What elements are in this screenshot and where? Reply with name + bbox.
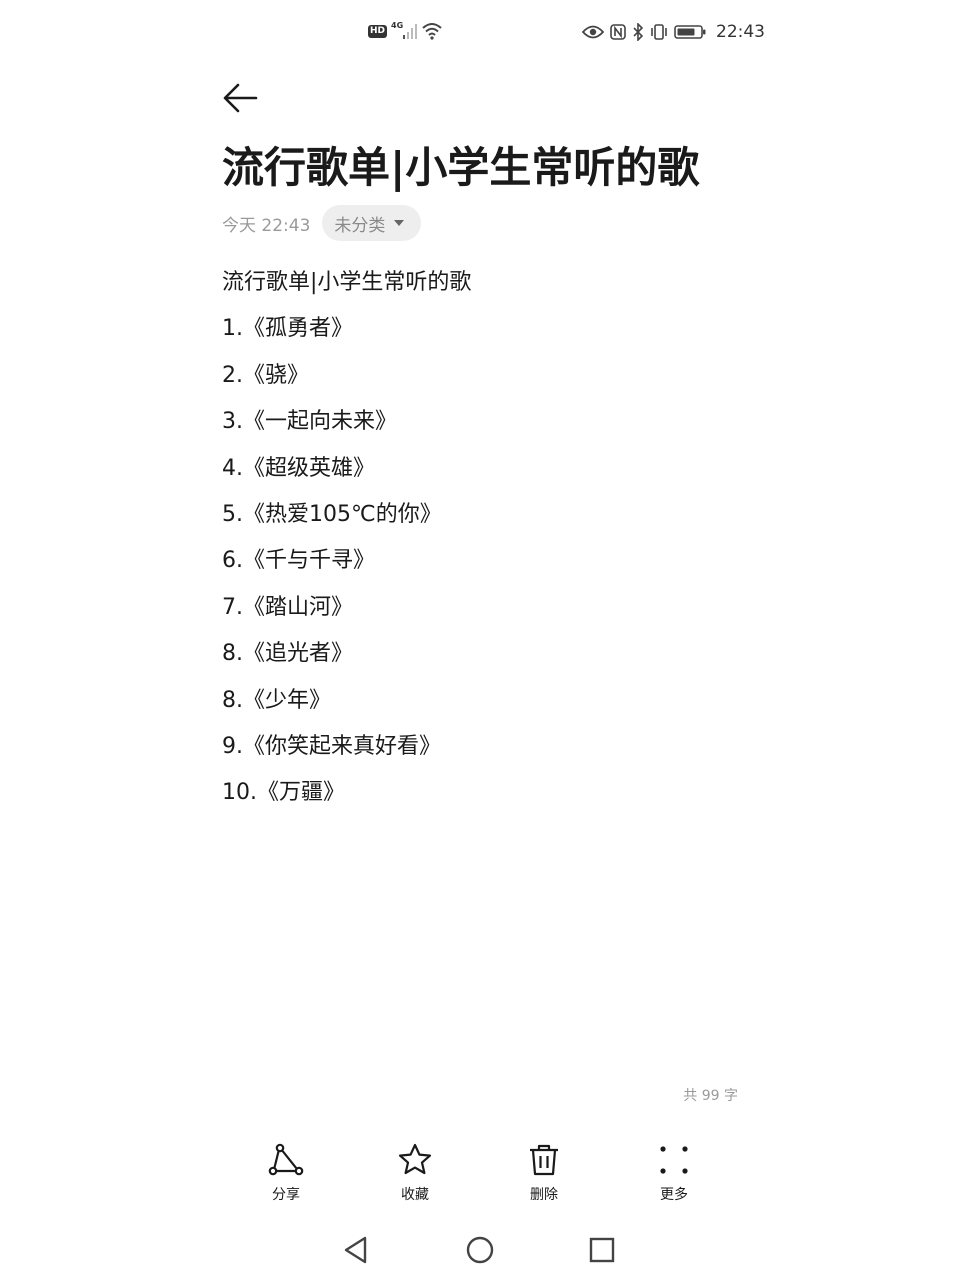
battery-icon (674, 24, 706, 40)
wifi-icon (421, 22, 443, 40)
status-bar: HD 4G 22:43 (0, 20, 960, 48)
share-label: 分享 (272, 1187, 300, 1203)
note-line: 6.《千与千寻》 (222, 548, 375, 574)
status-right-icons: 22:43 (582, 22, 765, 42)
nav-recents-button[interactable] (580, 1228, 624, 1272)
eye-icon (582, 25, 604, 39)
status-time: 22:43 (716, 22, 765, 42)
note-timestamp: 今天 22:43 (222, 215, 311, 236)
note-line: 4.《超级英雄》 (222, 455, 375, 481)
network-type-label: 4G (391, 20, 404, 30)
star-icon (397, 1140, 433, 1180)
note-line: 7.《踏山河》 (222, 594, 353, 620)
note-line: 2.《骁》 (222, 362, 309, 388)
nav-home-button[interactable] (458, 1228, 502, 1272)
nav-back-button[interactable] (334, 1228, 378, 1272)
vibrate-icon (650, 24, 668, 40)
arrow-left-icon (223, 83, 258, 113)
delete-label: 删除 (530, 1187, 558, 1203)
note-line: 3.《一起向未来》 (222, 409, 397, 435)
more-dots-icon (656, 1140, 692, 1180)
category-dropdown[interactable]: 未分类 (322, 205, 422, 241)
back-triangle-icon (344, 1236, 367, 1264)
note-body[interactable]: 流行歌单|小学生常听的歌 1.《孤勇者》 2.《骁》 3.《一起向未来》 4.《… (222, 260, 782, 817)
recents-square-icon (589, 1237, 615, 1263)
note-line: 1.《孤勇者》 (222, 316, 353, 342)
more-label: 更多 (660, 1187, 688, 1203)
note-line: 5.《热爱105℃的你》 (222, 502, 442, 528)
system-nav-bar (0, 1228, 960, 1272)
caret-down-icon (394, 220, 405, 226)
note-line: 9.《你笑起来真好看》 (222, 734, 441, 760)
note-line: 10.《万疆》 (222, 780, 345, 806)
favorite-button[interactable]: 收藏 (375, 1140, 455, 1204)
share-icon (268, 1140, 304, 1180)
hd-icon: HD (368, 24, 388, 38)
delete-button[interactable]: 删除 (504, 1140, 584, 1204)
more-button[interactable]: 更多 (634, 1140, 714, 1204)
note-title[interactable]: 流行歌单|小学生常听的歌 (222, 140, 782, 196)
status-left-icons: HD 4G (368, 20, 443, 40)
note-meta: 今天 22:43 未分类 (222, 205, 422, 241)
signal-icon: 4G (391, 20, 418, 39)
back-button[interactable] (218, 78, 262, 118)
share-button[interactable]: 分享 (246, 1140, 326, 1204)
nfc-icon (610, 24, 626, 40)
home-circle-icon (466, 1236, 494, 1264)
note-line: 8.《少年》 (222, 687, 331, 713)
category-label: 未分类 (334, 215, 386, 236)
bottom-toolbar: 分享 收藏 删除 更多 (222, 1140, 738, 1210)
note-line: 8.《追光者》 (222, 641, 353, 667)
trash-icon (526, 1140, 562, 1180)
word-count: 共 99 字 (683, 1088, 738, 1104)
favorite-label: 收藏 (401, 1187, 429, 1203)
note-line: 流行歌单|小学生常听的歌 (222, 270, 472, 295)
bluetooth-icon (632, 23, 644, 41)
